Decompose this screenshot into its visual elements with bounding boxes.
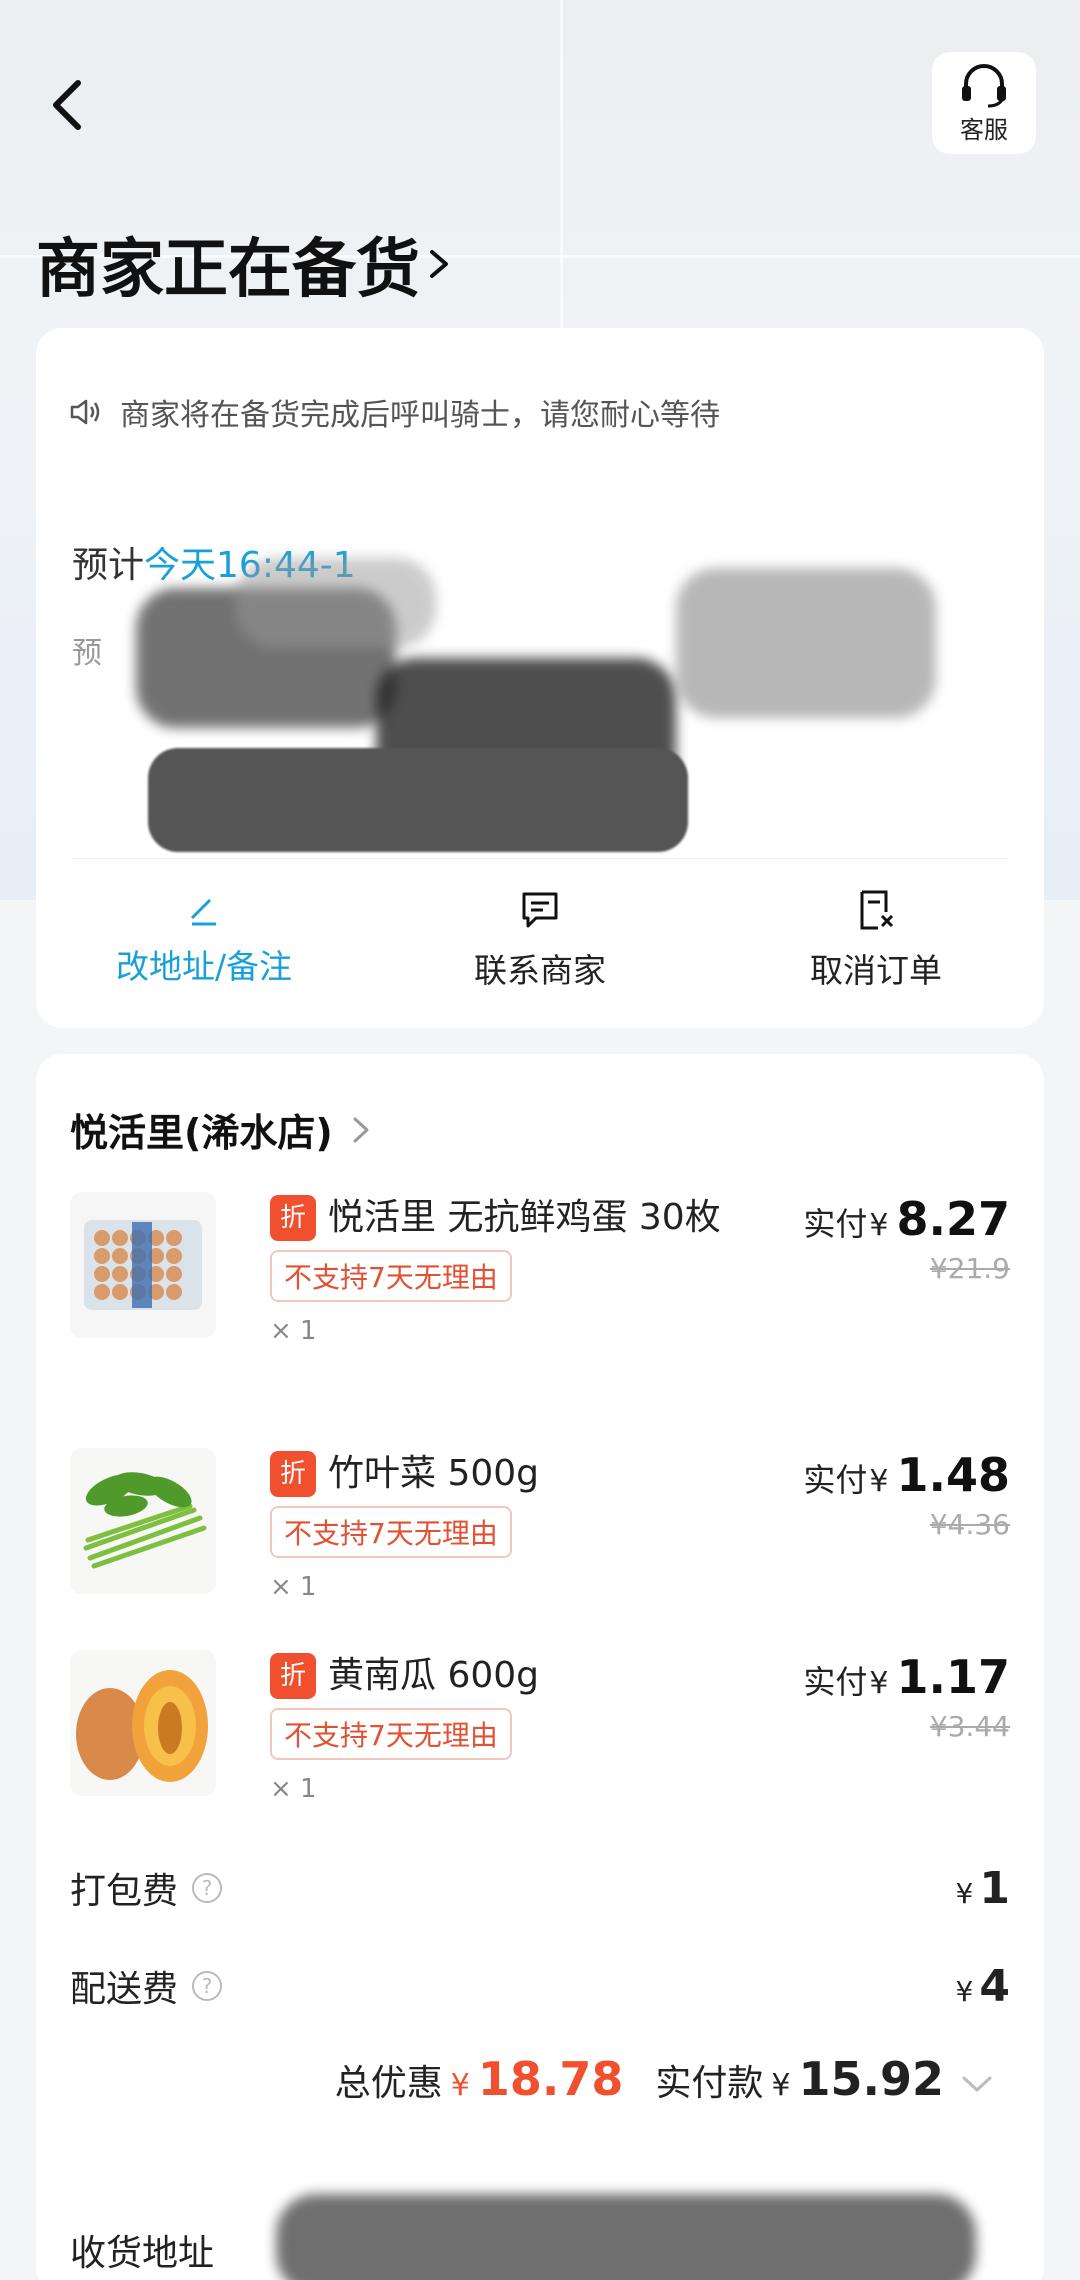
notice-bar: 商家将在备货完成后呼叫骑士，请您耐心等待 xyxy=(68,390,720,434)
item-title: 黄南瓜 600g xyxy=(328,1655,540,1696)
packing-fee-text: 打包费 xyxy=(70,1871,179,1912)
speaker-icon xyxy=(70,399,100,425)
yen-symbol: ¥ xyxy=(955,1876,974,1910)
item-title: 竹叶菜 500g xyxy=(328,1453,540,1494)
paid-price: 实付 ¥ 1.48 xyxy=(803,1448,1010,1502)
eta-prefix: 预计 xyxy=(72,545,145,586)
redaction-scribble xyxy=(676,568,936,718)
paid-price: 实付 ¥ 1.17 xyxy=(803,1650,1010,1704)
yen-symbol: ¥ xyxy=(869,1464,889,1499)
item-quantity: × 1 xyxy=(270,1316,317,1346)
contact-merchant-label: 联系商家 xyxy=(474,951,606,990)
cancel-order-label: 取消订单 xyxy=(810,951,942,990)
yen-symbol: ¥ xyxy=(771,2068,791,2103)
discount-badge: 折 xyxy=(270,1195,316,1241)
item-price: 实付 ¥ 1.17 ¥3.44 xyxy=(803,1650,1010,1743)
no-return-tag: 不支持7天无理由 xyxy=(270,1506,512,1558)
cancel-order-button[interactable]: 取消订单 xyxy=(726,888,1026,1008)
chevron-down-icon xyxy=(962,2076,992,2092)
no-return-tag: 不支持7天无理由 xyxy=(270,1250,512,1302)
packing-fee-row: 打包费 ? ¥ 1 xyxy=(70,1862,1010,1914)
discount-badge: 折 xyxy=(270,1653,316,1699)
paid-prefix: 实付 xyxy=(803,1205,868,1243)
headset-icon xyxy=(962,63,1006,107)
item-title: 悦活里 无抗鲜鸡蛋 30枚 xyxy=(328,1197,721,1238)
paid-prefix: 实付 xyxy=(803,1663,868,1701)
status-title-text: 商家正在备货 xyxy=(36,233,420,307)
packing-fee-label: 打包费 ? xyxy=(70,1862,223,1914)
item-title-row: 折 竹叶菜 500g xyxy=(270,1448,730,1500)
delivery-fee-value: ¥ 4 xyxy=(956,1961,1010,2012)
order-card: 悦活里(浠水店) 折 悦活里 无抗鲜鸡蛋 30枚 不支持7天无理由 × 1 实付… xyxy=(36,1054,1044,2280)
chevron-right-icon xyxy=(430,250,448,278)
original-price: ¥4.36 xyxy=(929,1508,1010,1541)
redaction-scribble xyxy=(276,2194,976,2280)
product-image-pumpkin xyxy=(70,1650,216,1796)
item-info: 折 黄南瓜 600g 不支持7天无理由 × 1 xyxy=(270,1650,730,1804)
eta-subtext: 预 xyxy=(72,636,102,671)
delivery-fee-row: 配送费 ? ¥ 4 xyxy=(70,1960,1010,2012)
yen-symbol: ¥ xyxy=(450,2068,470,2103)
discount-amount: 18.78 xyxy=(477,2052,624,2106)
product-image-eggs xyxy=(70,1192,216,1338)
item-info: 折 悦活里 无抗鲜鸡蛋 30枚 不支持7天无理由 × 1 xyxy=(270,1192,730,1346)
edit-address-label: 改地址/备注 xyxy=(115,947,293,986)
paid-amount: 1.48 xyxy=(896,1448,1011,1502)
contact-merchant-button[interactable]: 联系商家 xyxy=(390,888,690,1008)
discount-label: 总优惠 xyxy=(334,2063,443,2104)
back-button[interactable] xyxy=(36,70,96,140)
yen-symbol: ¥ xyxy=(955,1974,974,2008)
paid-prefix: 实付 xyxy=(803,1461,868,1499)
customer-service-label: 客服 xyxy=(960,115,1008,144)
product-image-water-spinach xyxy=(70,1448,216,1594)
customer-service-button[interactable]: 客服 xyxy=(932,52,1036,154)
order-item[interactable]: 折 悦活里 无抗鲜鸡蛋 30枚 不支持7天无理由 × 1 实付 ¥ 8.27 ¥… xyxy=(70,1192,1010,1412)
shop-link[interactable]: 悦活里(浠水店) xyxy=(70,1102,371,1157)
shop-name: 悦活里(浠水店) xyxy=(70,1111,333,1155)
original-price: ¥21.9 xyxy=(929,1252,1010,1285)
yen-symbol: ¥ xyxy=(869,1666,889,1701)
item-price: 实付 ¥ 8.27 ¥21.9 xyxy=(803,1192,1010,1285)
chat-icon xyxy=(522,892,558,928)
item-info: 折 竹叶菜 500g 不支持7天无理由 × 1 xyxy=(270,1448,730,1602)
delivery-fee-text: 配送费 xyxy=(70,1969,179,2010)
edit-address-button[interactable]: 改地址/备注 xyxy=(54,888,354,1008)
yen-symbol: ¥ xyxy=(869,1208,889,1243)
delivery-fee-label: 配送费 ? xyxy=(70,1960,223,2012)
help-icon[interactable]: ? xyxy=(192,1873,223,1903)
order-status-title[interactable]: 商家正在备货 xyxy=(36,218,452,310)
discount-badge: 折 xyxy=(270,1451,316,1497)
original-price: ¥3.44 xyxy=(929,1710,1010,1743)
packing-fee-value: ¥ 1 xyxy=(956,1863,1010,1914)
total-amount: 15.92 xyxy=(798,2052,944,2106)
delivery-fee-amount: 4 xyxy=(979,1960,1010,2012)
redaction-scribble xyxy=(236,558,436,648)
status-card: 商家将在备货完成后呼叫骑士，请您耐心等待 预计今天16:44-1 预 改地址/备… xyxy=(36,328,1044,1028)
packing-fee-amount: 1 xyxy=(979,1862,1010,1914)
no-return-tag: 不支持7天无理由 xyxy=(270,1708,512,1760)
total-label: 实付款 xyxy=(655,2063,764,2104)
notice-text: 商家将在备货完成后呼叫骑士，请您耐心等待 xyxy=(120,398,720,433)
chevron-right-icon xyxy=(353,1117,369,1142)
paid-price: 实付 ¥ 8.27 xyxy=(803,1192,1010,1246)
order-item[interactable]: 折 竹叶菜 500g 不支持7天无理由 × 1 实付 ¥ 1.48 ¥4.36 xyxy=(70,1448,1010,1618)
redacted-panel xyxy=(148,748,688,852)
paid-amount: 1.17 xyxy=(896,1650,1011,1704)
item-title-row: 折 黄南瓜 600g xyxy=(270,1650,730,1702)
chevron-left-icon xyxy=(53,80,81,130)
edit-pin-icon xyxy=(190,898,216,926)
item-quantity: × 1 xyxy=(270,1572,317,1602)
cancel-doc-icon xyxy=(860,890,894,930)
divider xyxy=(72,858,1008,859)
paid-amount: 8.27 xyxy=(896,1192,1011,1246)
item-price: 实付 ¥ 1.48 ¥4.36 xyxy=(803,1448,1010,1541)
order-actions: 改地址/备注 联系商家 取消订单 xyxy=(36,888,1044,1008)
order-item[interactable]: 折 黄南瓜 600g 不支持7天无理由 × 1 实付 ¥ 1.17 ¥3.44 xyxy=(70,1650,1010,1820)
order-total-row[interactable]: 总优惠 ¥ 18.78 实付款 ¥ 15.92 xyxy=(335,2052,994,2106)
item-title-row: 折 悦活里 无抗鲜鸡蛋 30枚 xyxy=(270,1192,730,1244)
help-icon[interactable]: ? xyxy=(192,1971,223,2001)
delivery-address-label: 收货地址 xyxy=(70,2233,215,2274)
item-quantity: × 1 xyxy=(270,1774,317,1804)
